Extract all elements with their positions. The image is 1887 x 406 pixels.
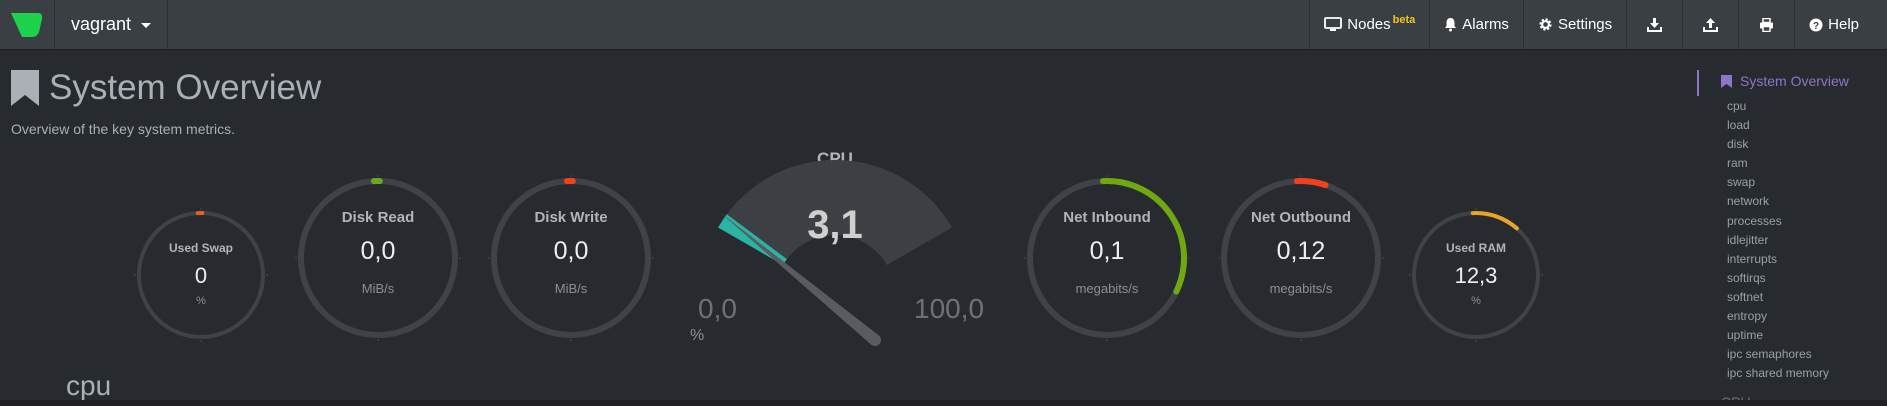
gauge-label: Disk Read [341,209,415,226]
nav-nodes[interactable]: Nodes beta [1309,0,1429,49]
gauge-used-ram[interactable]: Used RAM 12,3% [1408,207,1544,343]
gauge-value: 0,0 [553,237,589,265]
sidebar-item-disk[interactable]: disk [1727,135,1829,154]
gauge-value: 0 [194,263,208,288]
gauge-label: Net Inbound [1063,209,1151,226]
top-navbar: vagrant Nodes beta Alarms Settings ? Hel… [0,0,1887,50]
netdata-logo[interactable] [0,0,55,49]
gauge-unit: MiB/s [361,281,395,296]
gauge-value-arc [1470,211,1519,231]
sidebar-item-swap[interactable]: swap [1727,173,1829,192]
host-selector[interactable]: vagrant [55,0,169,49]
nav-alarms-label: Alarms [1462,16,1509,33]
bookmark-icon [1721,74,1732,88]
gauge-value: 0,12 [1276,237,1326,265]
gear-icon [1539,18,1552,31]
sidebar-item-entropy[interactable]: entropy [1727,307,1829,326]
caret-down-icon [141,23,152,28]
sidebar-item-ipc-semaphores[interactable]: ipc semaphores [1727,345,1829,364]
sidebar-item-idlejitter[interactable]: idlejitter [1727,231,1829,250]
sidebar-item-ipc-shared-memory[interactable]: ipc shared memory [1727,364,1829,383]
gauge-value: 12,3 [1454,263,1498,288]
cpu-gauge-min: 0,0 [698,293,737,324]
gauge-net-outbound[interactable]: Net Outbound 0,12 megabits/s [1216,173,1386,343]
gauge-value-arc [1293,178,1329,189]
nav-settings[interactable]: Settings [1522,0,1626,49]
print-icon [1760,17,1774,32]
hostname: vagrant [71,14,132,34]
page-title: System Overview [11,68,321,108]
nav-print[interactable] [1738,0,1794,49]
gauge-net-inbound[interactable]: Net Inbound 0,1 megabits/s [1022,173,1192,343]
gauge-value: 0,0 [360,237,396,265]
download-icon [1647,17,1663,32]
sidebar-active-label: System Overview [1740,73,1849,89]
sidebar-item-softnet[interactable]: softnet [1727,288,1829,307]
nav-alarms[interactable]: Alarms [1429,0,1523,49]
nav-upload[interactable] [1682,0,1738,49]
gauge-used-swap[interactable]: Used Swap 0% [133,207,269,343]
nav-nodes-label: Nodes [1347,16,1391,33]
gauge-disk-read[interactable]: Disk Read 0,0 MiB/s [293,173,463,343]
nav-help-label: Help [1828,16,1859,33]
gauge-unit: % [196,295,206,307]
sidebar-item-interrupts[interactable]: interrupts [1727,250,1829,269]
sidebar-item-processes[interactable]: processes [1727,212,1829,231]
cpu-gauge-max: 100,0 [914,293,985,324]
gauge-unit: % [1471,295,1481,307]
bell-icon [1445,18,1457,32]
nav-download[interactable] [1626,0,1682,49]
page-subtitle: Overview of the key system metrics. [11,121,236,137]
gauge-unit: megabits/s [1269,281,1333,296]
beta-badge: beta [1392,13,1416,26]
monitor-icon [1324,17,1343,31]
gauge-disk-write[interactable]: Disk Write 0,0 MiB/s [486,173,656,343]
bookmark-icon [11,70,39,106]
cpu-gauge-value: 3,1 [807,203,863,247]
gauge-cpu[interactable]: CPU 3,1 0,0 100,0 % [670,145,1000,365]
cpu-gauge-dial [718,160,952,346]
svg-text:?: ? [1813,21,1819,32]
gauge-value: 0,1 [1089,237,1125,265]
sidebar-item-load[interactable]: load [1727,116,1829,135]
gauge-label: Net Outbound [1251,209,1351,226]
sidebar-item-network[interactable]: network [1727,192,1829,211]
logo-icon [11,12,43,37]
gauge-unit: megabits/s [1075,281,1139,296]
sidebar-item-softirqs[interactable]: softirqs [1727,269,1829,288]
section-title-cpu: cpu [66,370,112,401]
sidebar-item-cpu[interactable]: cpu [1727,97,1829,116]
upload-icon [1703,17,1719,32]
gauge-label: Used RAM [1445,241,1506,255]
bottom-strip [0,400,1887,406]
nav-settings-label: Settings [1557,16,1613,33]
gauge-unit: MiB/s [554,281,588,296]
page-title-text: System Overview [49,68,322,107]
nav-help[interactable]: ? Help [1794,0,1887,49]
cpu-gauge-unit: % [690,327,705,344]
question-circle-icon: ? [1809,18,1823,32]
active-indicator [1697,70,1699,96]
gauge-label: Used Swap [168,241,234,255]
sidebar-item-uptime[interactable]: uptime [1727,326,1829,345]
gauge-label: Disk Write [534,209,608,226]
sidebar-list: cpu load disk ram swap network processes idleji… [1727,97,1829,383]
sidebar-item-system-overview[interactable]: System Overview [1721,73,1849,89]
sidebar-item-ram[interactable]: ram [1727,154,1829,173]
